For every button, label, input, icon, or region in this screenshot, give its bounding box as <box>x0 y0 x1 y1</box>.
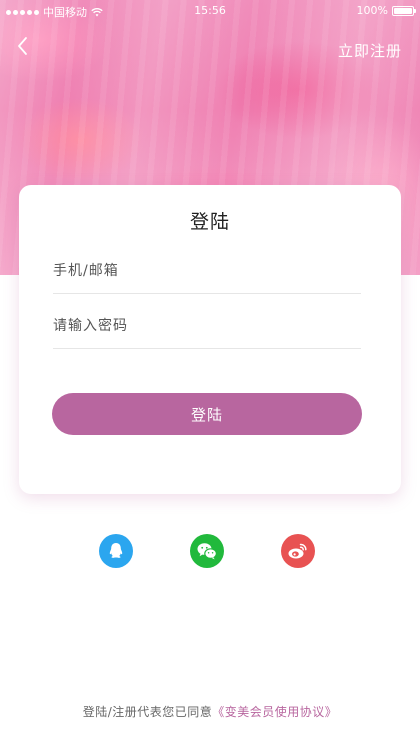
battery-status: 100% <box>356 4 416 17</box>
chevron-left-icon <box>18 37 27 55</box>
battery-percent: 100% <box>356 4 388 17</box>
qq-icon <box>109 543 123 558</box>
password-input[interactable] <box>53 304 361 349</box>
back-button[interactable] <box>12 34 36 58</box>
agreement-link[interactable]: 《变美会员使用协议》 <box>212 705 337 719</box>
login-title: 登陆 <box>189 211 230 233</box>
login-button[interactable]: 登陆 <box>52 393 362 435</box>
weibo-login-button[interactable] <box>281 534 315 568</box>
agreement-text: 登陆/注册代表您已同意《变美会员使用协议》 <box>0 703 420 720</box>
qq-login-button[interactable] <box>99 534 133 568</box>
register-link[interactable]: 立即注册 <box>338 40 402 61</box>
login-card: 登陆 登陆 <box>19 185 401 494</box>
status-bar: 中国移动 15:56 100% <box>0 0 420 22</box>
wechat-login-button[interactable] <box>190 534 224 568</box>
battery-icon <box>392 5 416 16</box>
account-input[interactable] <box>53 249 361 294</box>
weibo-icon <box>288 543 307 559</box>
agreement-prefix: 登陆/注册代表您已同意 <box>82 705 213 719</box>
wechat-icon <box>197 543 218 560</box>
